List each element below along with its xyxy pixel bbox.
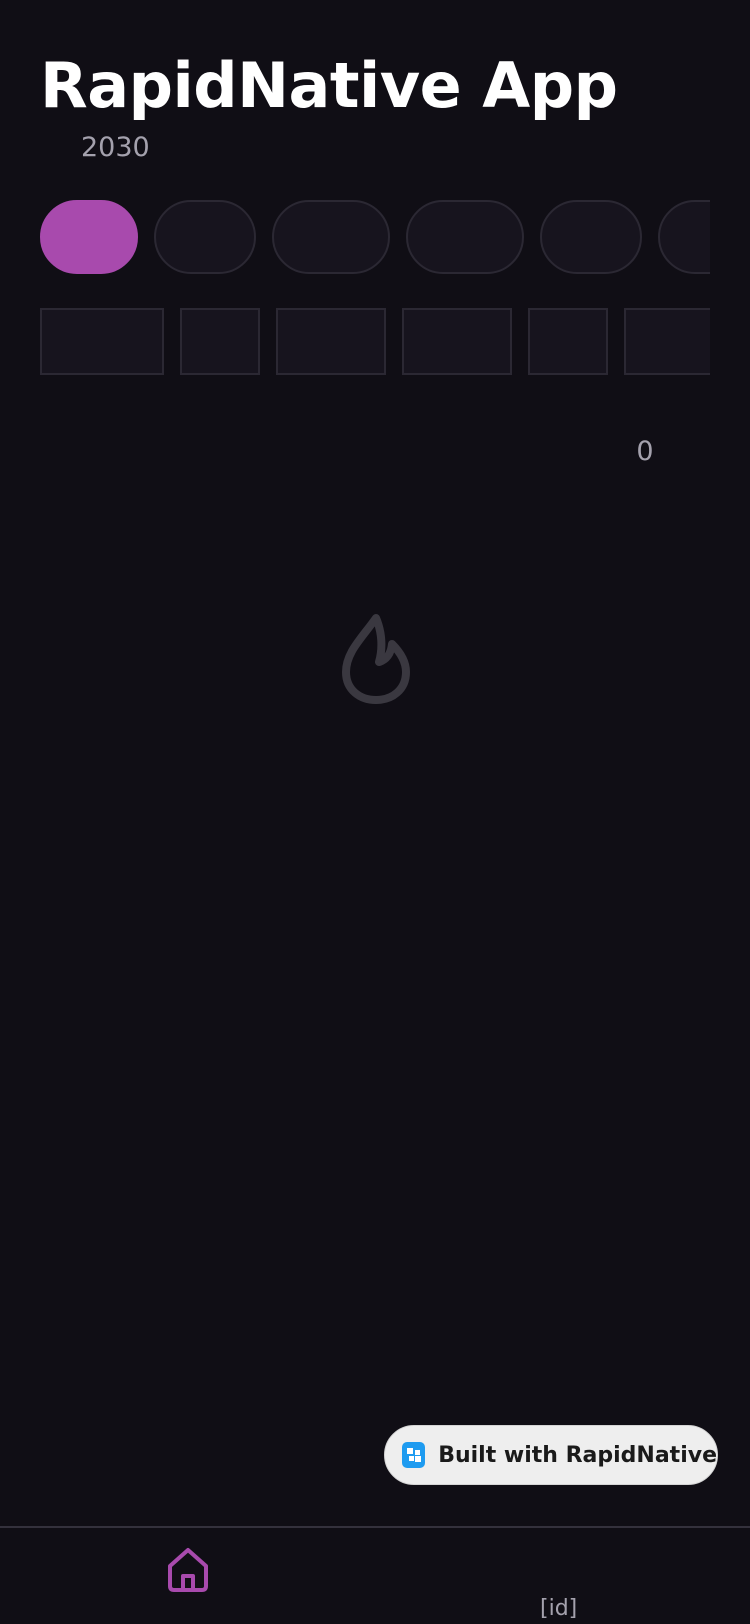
filter-chip-row xyxy=(40,200,710,276)
filter-chip-1[interactable] xyxy=(40,200,138,274)
category-box-1[interactable] xyxy=(40,308,164,375)
category-box-2[interactable] xyxy=(180,308,260,375)
category-box-row xyxy=(40,308,710,376)
tab-id-label[interactable]: [id] xyxy=(540,1594,577,1624)
tab-home[interactable] xyxy=(162,1544,214,1596)
flame-icon xyxy=(336,612,416,706)
category-box-5[interactable] xyxy=(528,308,608,375)
category-box-4[interactable] xyxy=(402,308,512,375)
item-count: 0 xyxy=(636,436,654,467)
built-with-badge[interactable]: Built with RapidNative xyxy=(384,1425,718,1485)
year-label: 2030 xyxy=(81,132,150,163)
category-box-6[interactable] xyxy=(624,308,710,375)
rapidnative-logo-icon xyxy=(402,1442,426,1468)
page-title: RapidNative App xyxy=(40,49,618,122)
filter-chip-2[interactable] xyxy=(154,200,256,274)
home-icon xyxy=(168,1548,208,1592)
bottom-tab-bar: [id] xyxy=(0,1526,750,1624)
category-box-3[interactable] xyxy=(276,308,386,375)
filter-chip-5[interactable] xyxy=(540,200,642,274)
filter-chip-6[interactable] xyxy=(658,200,710,274)
filter-chip-3[interactable] xyxy=(272,200,390,274)
built-with-label: Built with RapidNative xyxy=(438,1442,717,1468)
filter-chip-4[interactable] xyxy=(406,200,524,274)
